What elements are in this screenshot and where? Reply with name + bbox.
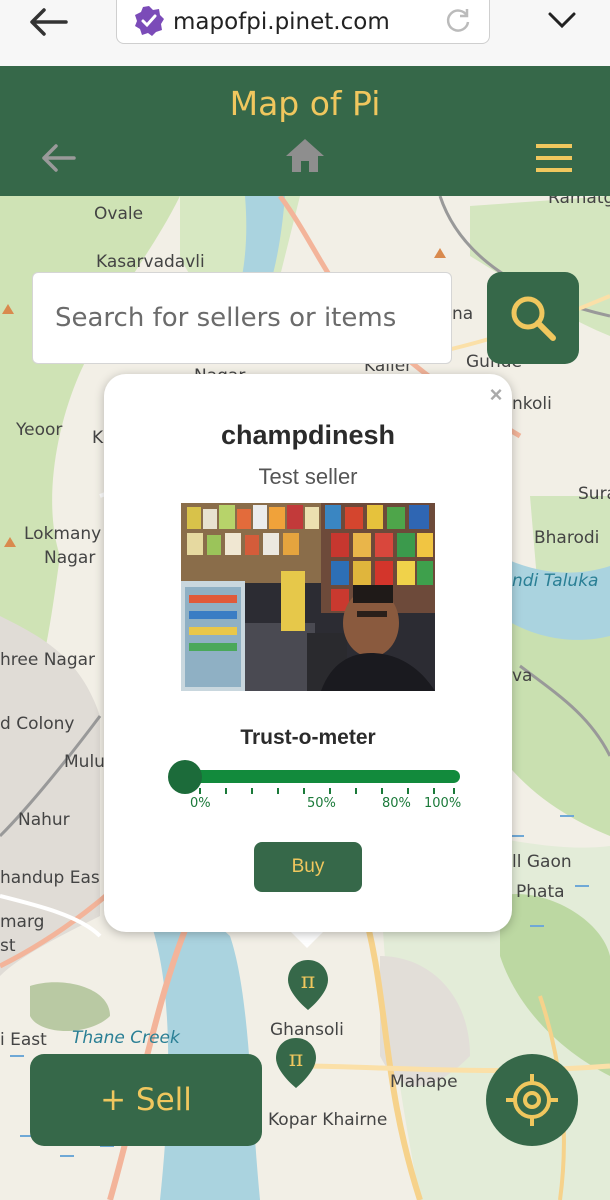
browser-toolbar: mapofpi.pinet.com (0, 0, 610, 66)
verified-icon (135, 6, 164, 36)
home-icon[interactable] (284, 136, 326, 176)
search-button[interactable] (487, 272, 579, 364)
map-label: Thane Creek (72, 1028, 180, 1048)
trust-tick-label: 100% (424, 796, 462, 811)
map-label: Ovale (94, 204, 144, 224)
seller-name: champdinesh (220, 420, 396, 450)
map-label: Kasarvadavli (96, 252, 205, 272)
map-label: K (92, 428, 104, 448)
map-label: Ramatgha (548, 196, 610, 208)
trust-o-meter-ticks (199, 788, 455, 794)
trust-tick-label: 80% (382, 796, 411, 811)
seller-popup: × champdinesh Test seller Trust-o-meter … (104, 374, 512, 932)
trust-tick-label: 0% (190, 796, 211, 811)
seller-description: Test seller (258, 464, 358, 489)
app-header: Map of Pi (0, 66, 610, 196)
map-label: Yeoor (16, 420, 63, 440)
map-label: va (512, 666, 533, 686)
map-label: i East (0, 1030, 47, 1050)
url-text: mapofpi.pinet.com (173, 9, 390, 35)
chevron-down-icon[interactable] (546, 8, 578, 32)
seller-photo (181, 503, 435, 691)
map-label: nkoli (512, 394, 552, 414)
map-label: d Colony (0, 714, 75, 734)
seller-marker-pi-icon[interactable]: π (286, 958, 330, 1012)
locate-me-button[interactable] (486, 1054, 578, 1146)
app-title: Map of Pi (229, 84, 381, 123)
map-label: Sura (578, 484, 610, 504)
map-label: Kopar Khairne (268, 1110, 388, 1130)
map-label: handup Eas (0, 868, 100, 888)
back-arrow-icon[interactable] (26, 4, 70, 40)
search-icon (511, 296, 556, 341)
trust-tick-label: 50% (307, 796, 336, 811)
map-label: Phata (516, 882, 565, 902)
svg-text:π: π (301, 969, 315, 994)
seller-marker-pi-icon[interactable]: π (274, 1036, 318, 1090)
hamburger-menu-icon[interactable] (534, 142, 574, 174)
address-bar[interactable]: mapofpi.pinet.com (116, 0, 490, 44)
map-label: Mulu (64, 752, 105, 772)
map-label: ndi Taluka (512, 571, 599, 591)
map-label: na (452, 304, 474, 324)
trust-o-meter-label: Trust-o-meter (240, 726, 376, 749)
search-input[interactable] (32, 272, 452, 364)
back-arrow-icon[interactable] (38, 138, 78, 178)
trust-o-meter-track (172, 770, 460, 783)
map-label: Bharodi (534, 528, 600, 548)
map-label: st (0, 936, 16, 956)
map-of-pi-app: mapofpi.pinet.com Map of Pi Ovale Kasarv… (0, 0, 610, 1200)
crosshair-icon (506, 1074, 558, 1126)
map-label: marg (0, 912, 45, 932)
map-label: Nahur (18, 810, 70, 830)
map-label: Nagar (44, 548, 96, 568)
map-label: Mahape (390, 1072, 458, 1092)
sell-button[interactable]: + Sell (30, 1054, 262, 1146)
close-icon[interactable]: × (484, 382, 508, 408)
map-label: Lokmany (24, 524, 102, 544)
popup-tip (289, 930, 325, 948)
map-label: ll Gaon (512, 852, 572, 872)
reload-icon[interactable] (443, 5, 473, 35)
svg-text:π: π (289, 1047, 303, 1072)
buy-button[interactable]: Buy (254, 842, 362, 892)
map-label: hree Nagar (0, 650, 96, 670)
